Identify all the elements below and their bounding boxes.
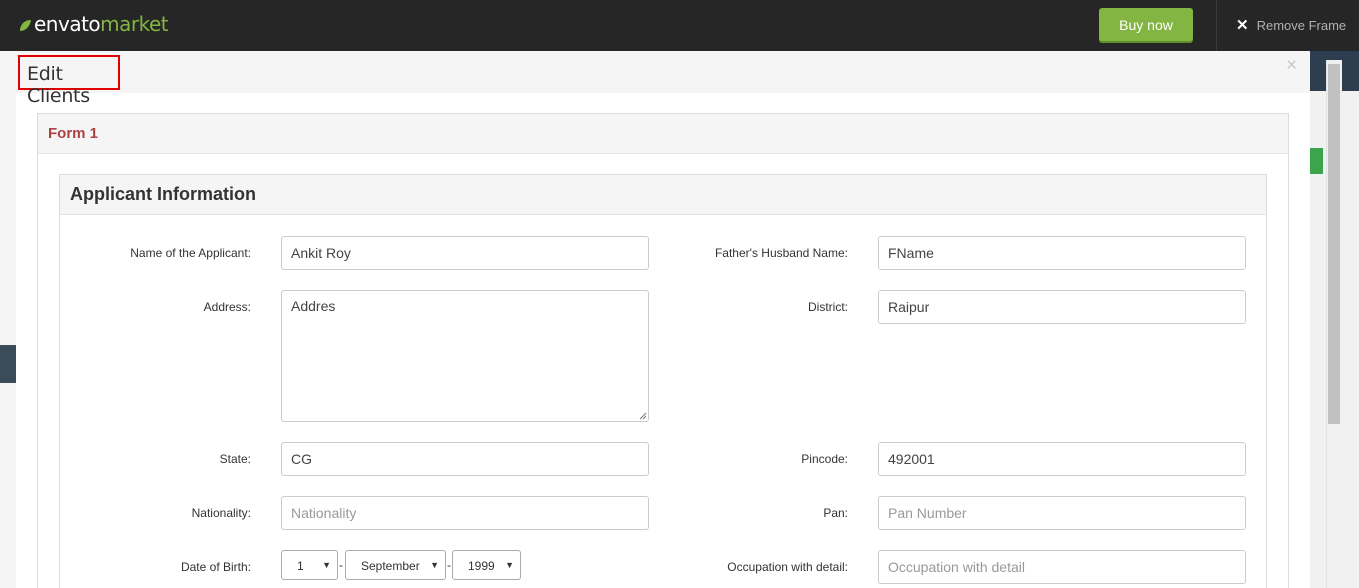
close-icon: ✕	[1236, 17, 1249, 34]
logo-text-market: market	[100, 12, 169, 36]
dob-month-select[interactable]: September ▼	[345, 550, 446, 580]
dob-day-value: 1	[297, 559, 304, 573]
address-value: Addres	[291, 298, 336, 314]
background-app-green-button	[1310, 148, 1323, 174]
dob-separator: -	[447, 558, 451, 572]
envato-topbar: envato market Buy now ✕ Remove Frame	[0, 0, 1359, 51]
buy-now-button[interactable]: Buy now	[1099, 8, 1193, 41]
applicant-information-heading: Applicant Information	[60, 175, 1266, 215]
background-app-left-active	[0, 345, 16, 383]
district-input[interactable]: Raipur	[878, 290, 1246, 324]
form-panel-title: Form 1	[48, 125, 99, 142]
leaf-icon	[20, 20, 31, 31]
dob-month-value: September	[361, 559, 420, 573]
pan-label: Pan:	[823, 506, 848, 520]
modal-title: Edit Clients	[18, 55, 120, 107]
state-input[interactable]: CG	[281, 442, 649, 476]
applicant-name-input[interactable]: Ankit Roy	[281, 236, 649, 270]
pan-input[interactable]: Pan Number	[878, 496, 1246, 530]
background-app-left	[0, 51, 16, 588]
section-title: Applicant Information	[70, 184, 256, 204]
dob-separator: -	[339, 558, 343, 572]
remove-frame-button[interactable]: ✕ Remove Frame	[1236, 16, 1346, 34]
occupation-input[interactable]: Occupation with detail	[878, 550, 1246, 584]
pincode-input[interactable]: 492001	[878, 442, 1246, 476]
logo-text-envato: envato	[34, 12, 101, 36]
dropdown-arrow-icon: ▼	[322, 560, 331, 570]
state-label: State:	[219, 452, 251, 466]
remove-frame-label: Remove Frame	[1256, 17, 1347, 33]
dob-year-value: 1999	[468, 559, 495, 573]
dob-label: Date of Birth:	[180, 560, 251, 574]
father-name-label: Father's Husband Name:	[714, 246, 848, 260]
form-panel-heading: Form 1	[38, 114, 1288, 154]
resize-grip-icon[interactable]	[638, 411, 647, 420]
dob-day-select[interactable]: 1 ▼	[281, 550, 338, 580]
father-name-input[interactable]: FName	[878, 236, 1246, 270]
district-label: District:	[808, 300, 848, 314]
modal-close-button[interactable]: ×	[1286, 55, 1297, 77]
pincode-label: Pincode:	[801, 452, 848, 466]
envato-market-logo[interactable]: envato market	[18, 11, 169, 37]
nationality-input[interactable]: Nationality	[281, 496, 649, 530]
edit-clients-modal: Edit Clients × Form 1 Applicant Informat…	[16, 51, 1310, 588]
nationality-label: Nationality:	[191, 506, 251, 520]
modal-header: Edit Clients ×	[16, 51, 1310, 107]
name-label: Name of the Applicant:	[130, 246, 251, 260]
topbar-divider	[1216, 0, 1217, 51]
dob-year-select[interactable]: 1999 ▼	[452, 550, 521, 580]
address-textarea[interactable]: Addres	[281, 290, 649, 422]
applicant-information-panel: Applicant Information Name of the Applic…	[59, 174, 1267, 588]
occupation-label: Occupation with detail:	[727, 560, 848, 574]
form-panel: Form 1 Applicant Information Name of the…	[37, 113, 1289, 588]
address-label: Address:	[203, 300, 251, 314]
dropdown-arrow-icon: ▼	[430, 560, 439, 570]
page-scrollbar-thumb[interactable]	[1328, 64, 1340, 424]
dropdown-arrow-icon: ▼	[505, 560, 514, 570]
